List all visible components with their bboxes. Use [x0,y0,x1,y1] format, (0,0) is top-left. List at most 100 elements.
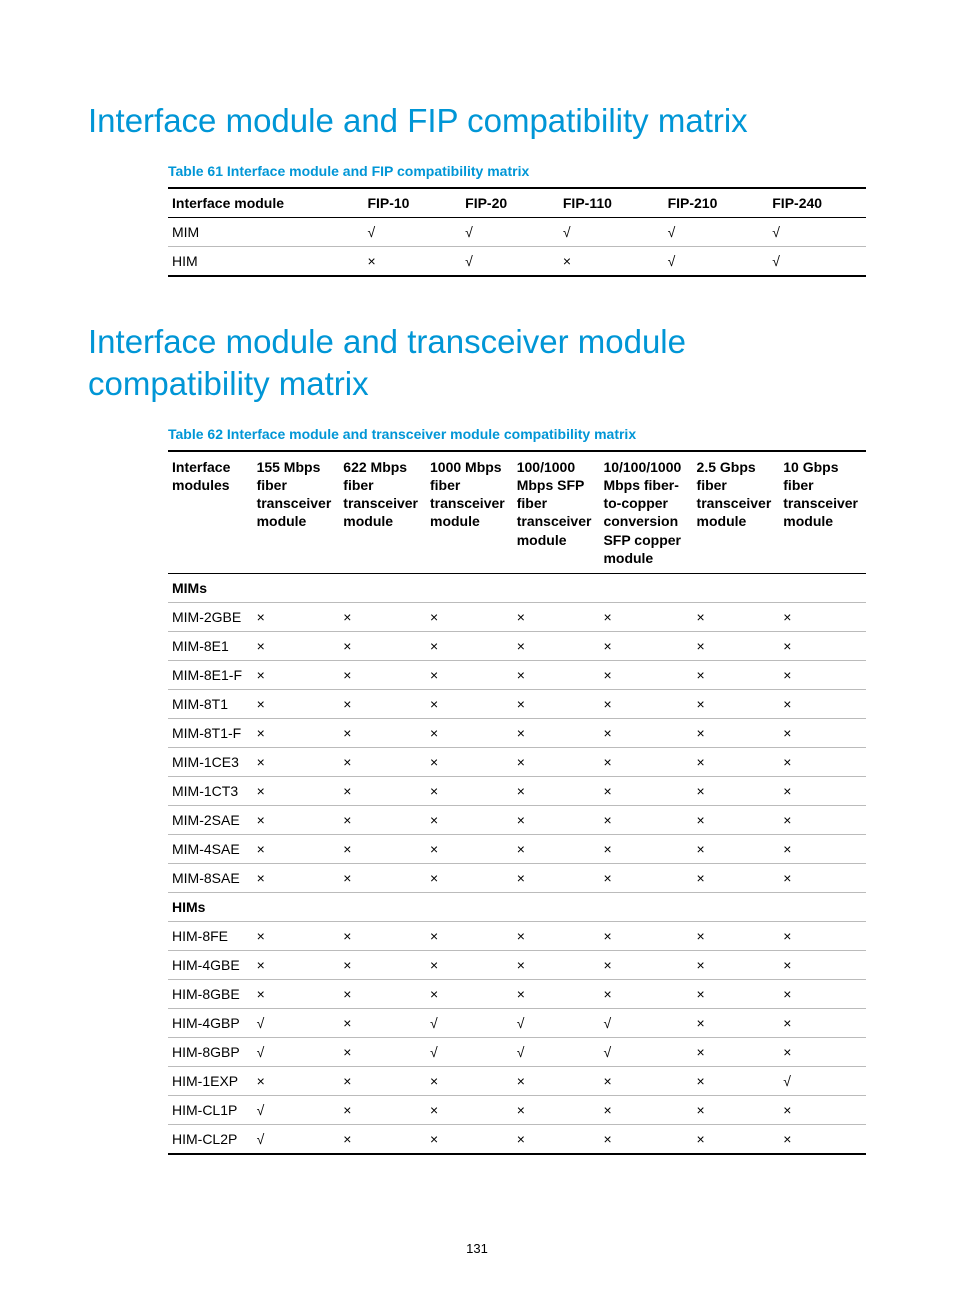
cell: × [779,805,866,834]
check-mark-icon: √ [517,1015,525,1031]
cell: × [779,834,866,863]
cell: × [779,979,866,1008]
cell: × [339,921,426,950]
cross-mark-icon: × [517,667,525,683]
cross-mark-icon: × [783,754,791,770]
table-row: HIM-4GBP√×√√√×× [168,1008,866,1037]
cell: × [779,1008,866,1037]
cell: × [426,863,513,892]
check-mark-icon: √ [465,224,473,240]
cross-mark-icon: × [697,928,705,944]
table-row: HIM-CL1P√×××××× [168,1095,866,1124]
page: Interface module and FIP compatibility m… [0,0,954,1296]
cell: × [513,1095,600,1124]
cross-mark-icon: × [343,841,351,857]
table-row: HIM×√×√√ [168,247,866,277]
cell: × [253,602,340,631]
cell: × [513,863,600,892]
cell: × [599,689,692,718]
cell: × [426,689,513,718]
cross-mark-icon: × [343,1015,351,1031]
check-mark-icon: √ [783,1073,791,1089]
cell: × [599,660,692,689]
table-row: MIM√√√√√ [168,218,866,247]
cell: × [693,718,780,747]
cross-mark-icon: × [343,609,351,625]
cell: × [426,776,513,805]
check-mark-icon: √ [772,224,780,240]
cross-mark-icon: × [517,725,525,741]
table-row: HIM-CL2P√×××××× [168,1124,866,1154]
cell: √ [513,1008,600,1037]
cross-mark-icon: × [257,725,265,741]
cell: × [599,1066,692,1095]
cell: √ [768,218,866,247]
cross-mark-icon: × [697,638,705,654]
row-label: MIM-1CT3 [168,776,253,805]
page-number: 131 [0,1241,954,1256]
cell: × [339,1095,426,1124]
cross-mark-icon: × [603,870,611,886]
row-label: HIM-4GBE [168,950,253,979]
table-61: Interface module FIP-10 FIP-20 FIP-110 F… [168,187,866,277]
cell: × [693,776,780,805]
cross-mark-icon: × [430,754,438,770]
cell: × [693,1124,780,1154]
cross-mark-icon: × [783,667,791,683]
table-61-col-4: FIP-210 [664,188,769,218]
row-label: MIM-8E1-F [168,660,253,689]
table-row: HIM-4GBE××××××× [168,950,866,979]
cell: × [253,747,340,776]
cell: √ [559,218,664,247]
cross-mark-icon: × [517,1131,525,1147]
cross-mark-icon: × [257,957,265,973]
cross-mark-icon: × [343,1044,351,1060]
check-mark-icon: √ [517,1044,525,1060]
cell: × [426,631,513,660]
cross-mark-icon: × [343,870,351,886]
cross-mark-icon: × [603,638,611,654]
table-61-col-0: Interface module [168,188,363,218]
cell: × [693,863,780,892]
cross-mark-icon: × [697,667,705,683]
cross-mark-icon: × [343,667,351,683]
cell: × [779,689,866,718]
cross-mark-icon: × [517,1073,525,1089]
cell: √ [363,218,461,247]
table-61-col-3: FIP-110 [559,188,664,218]
cell: × [513,631,600,660]
cell: √ [253,1037,340,1066]
cross-mark-icon: × [697,812,705,828]
cross-mark-icon: × [343,638,351,654]
table-row: MIM-8T1××××××× [168,689,866,718]
row-label: MIM-2GBE [168,602,253,631]
check-mark-icon: √ [603,1044,611,1060]
cell: × [426,1124,513,1154]
cell: × [513,602,600,631]
cell: × [339,1066,426,1095]
cell: × [426,602,513,631]
check-mark-icon: √ [257,1015,265,1031]
cross-mark-icon: × [430,1073,438,1089]
cell: × [253,631,340,660]
row-label: MIM [168,218,363,247]
table-62: Interface modules 155 Mbps fiber transce… [168,450,866,1155]
cross-mark-icon: × [697,725,705,741]
table-row: MIM-8E1××××××× [168,631,866,660]
cell: × [693,602,780,631]
cell: × [253,689,340,718]
cell: × [779,863,866,892]
cell: √ [768,247,866,277]
cross-mark-icon: × [517,696,525,712]
section-1-title: Interface module and FIP compatibility m… [88,100,866,141]
cross-mark-icon: × [343,783,351,799]
cell: √ [426,1037,513,1066]
cell: × [599,863,692,892]
cross-mark-icon: × [430,609,438,625]
cross-mark-icon: × [430,957,438,973]
cell: × [599,834,692,863]
cross-mark-icon: × [343,1102,351,1118]
cell: × [513,718,600,747]
table-row: MIM-2SAE××××××× [168,805,866,834]
cross-mark-icon: × [257,696,265,712]
